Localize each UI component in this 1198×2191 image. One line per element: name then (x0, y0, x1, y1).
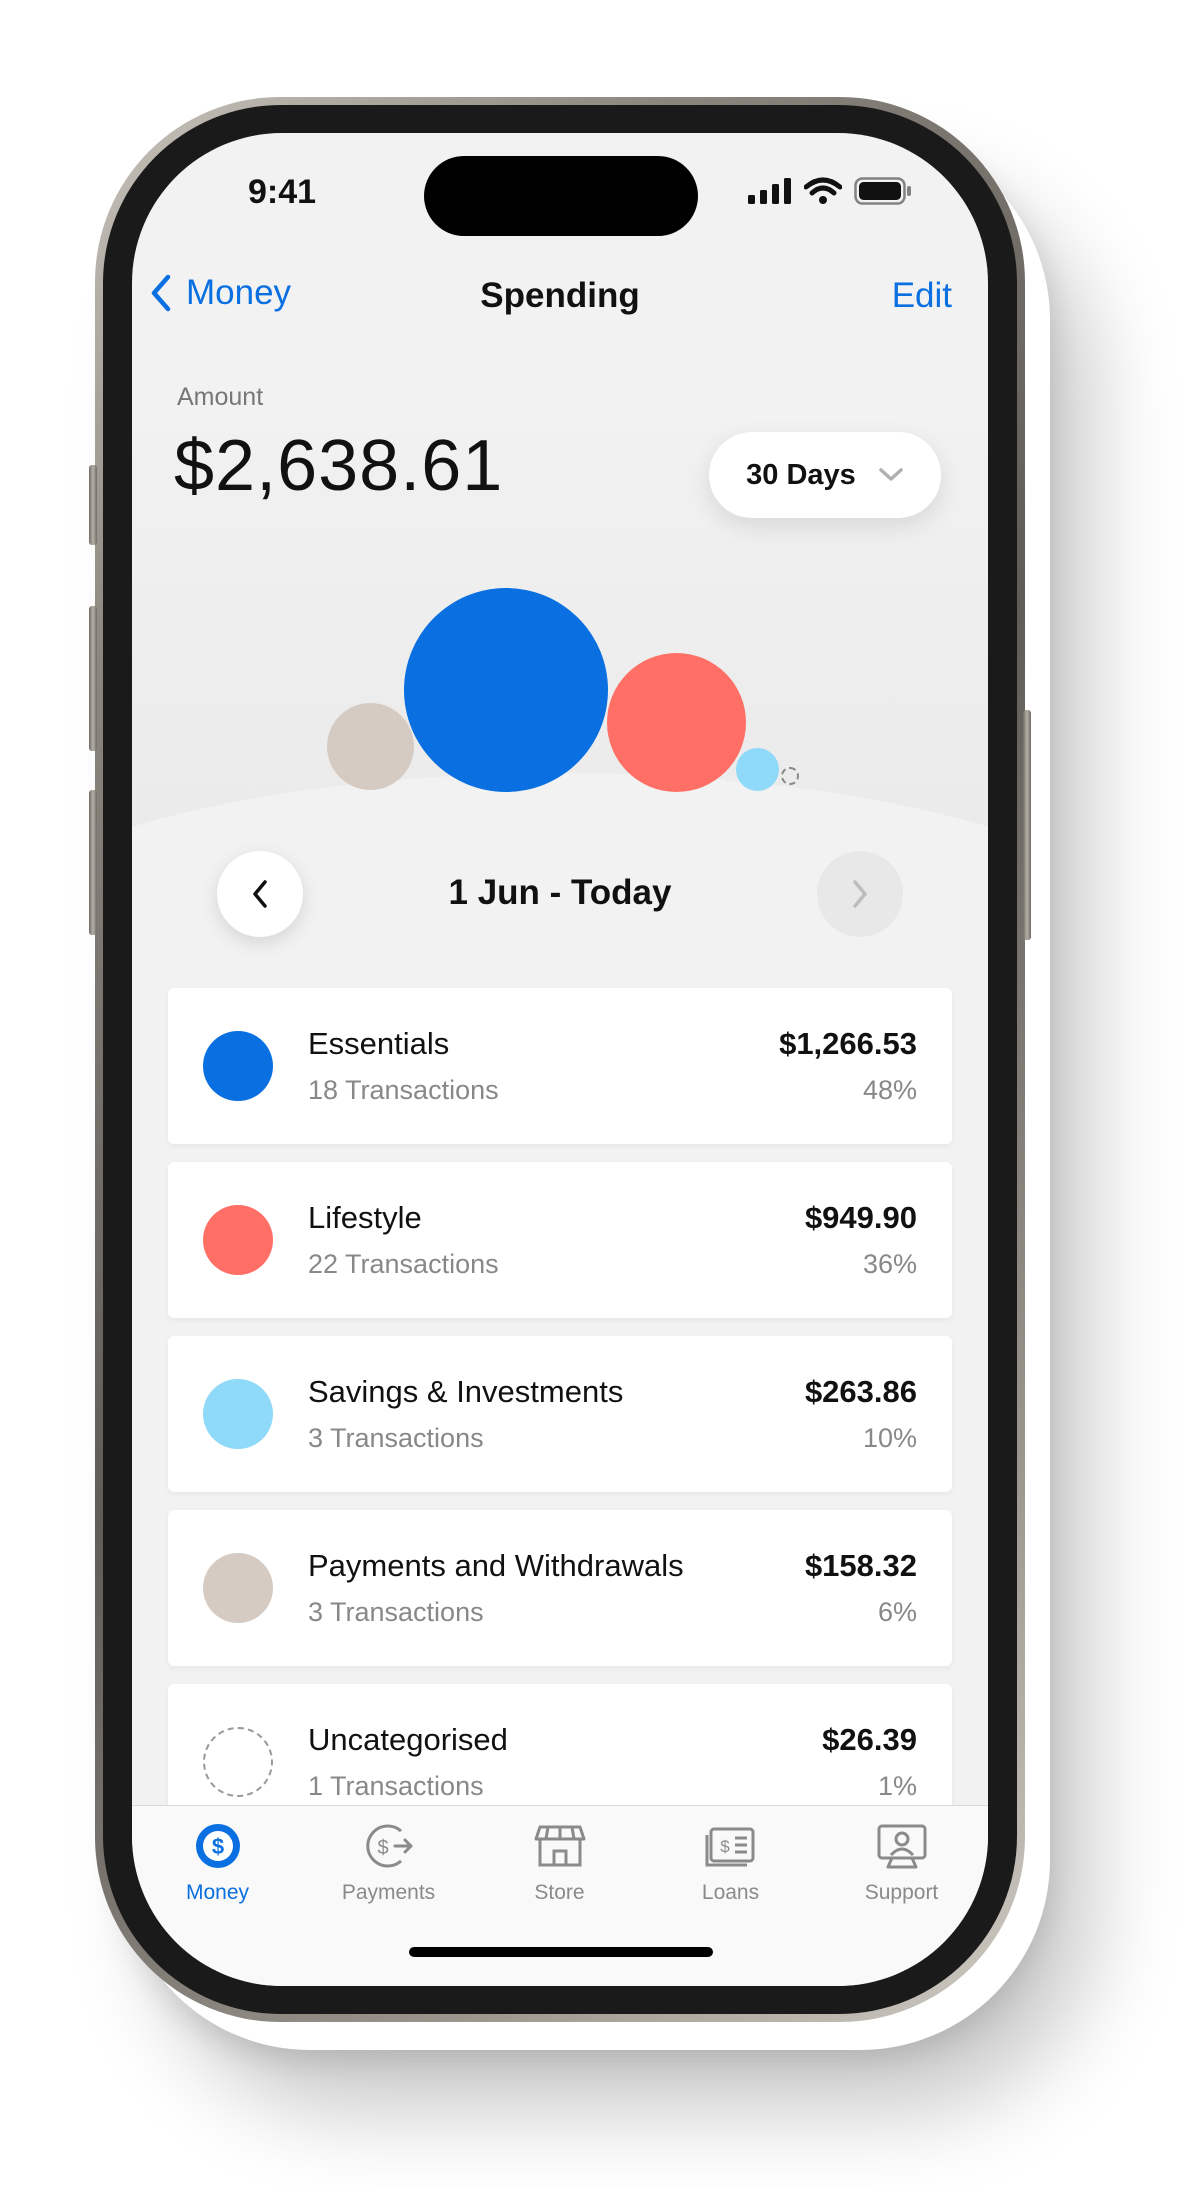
category-card-payments[interactable]: Payments and Withdrawals 3 Transactions … (168, 1510, 952, 1666)
home-indicator[interactable] (409, 1947, 713, 1957)
money-icon: $ (195, 1824, 240, 1868)
stage: 9:41 Money Spending Edit Amount $2,638.6… (0, 0, 1198, 2191)
tab-loans[interactable]: $ Loans (645, 1821, 816, 1931)
tab-label: Loans (701, 1881, 760, 1904)
chevron-down-icon (879, 468, 903, 481)
volume-up-button (89, 606, 97, 751)
svg-text:$: $ (377, 1837, 388, 1859)
category-name: Payments and Withdrawals (308, 1548, 684, 1583)
support-icon (877, 1824, 926, 1869)
category-name: Savings & Investments (308, 1374, 624, 1409)
next-period-button[interactable] (817, 851, 903, 937)
svg-text:$: $ (720, 1837, 730, 1856)
category-amount: $158.32 (804, 1548, 917, 1583)
edit-button[interactable]: Edit (892, 276, 952, 316)
volume-down-button (89, 790, 97, 935)
category-name: Lifestyle (308, 1200, 422, 1235)
bubble-payments (327, 703, 414, 790)
page-title: Spending (480, 276, 640, 315)
bubble-lifestyle (607, 653, 746, 792)
category-percent: 48% (862, 1075, 917, 1105)
store-icon (534, 1825, 585, 1867)
screen: 9:41 Money Spending Edit Amount $2,638.6… (132, 133, 988, 1986)
payments-icon: $ (365, 1824, 412, 1868)
svg-text:$: $ (211, 1834, 223, 1859)
category-dot (203, 1727, 273, 1797)
period-dropdown[interactable]: 30 Days (709, 432, 941, 518)
tab-support[interactable]: Support (816, 1821, 987, 1931)
power-button (1023, 710, 1031, 940)
dynamic-island (424, 156, 698, 236)
category-name: Essentials (308, 1026, 450, 1061)
tab-money[interactable]: $ Money (132, 1821, 303, 1931)
status-time: 9:41 (248, 173, 317, 211)
bubble-essentials (404, 588, 608, 792)
tab-bar: $ Money $ Payments Store $ Loans Support (132, 1805, 988, 1986)
category-dot (203, 1379, 273, 1449)
tab-label: Store (534, 1881, 585, 1904)
amount-value: $2,638.61 (174, 426, 504, 506)
bubble-savings (736, 748, 779, 791)
bubble-uncategorised (781, 767, 799, 785)
category-amount: $26.39 (822, 1722, 917, 1757)
category-transactions: 18 Transactions (308, 1075, 499, 1105)
category-transactions: 22 Transactions (308, 1249, 499, 1279)
status-icons (748, 177, 912, 205)
category-percent: 36% (862, 1249, 917, 1279)
loans-icon: $ (705, 1827, 754, 1867)
category-transactions: 3 Transactions (308, 1597, 484, 1627)
category-transactions: 3 Transactions (308, 1423, 484, 1453)
tab-payments[interactable]: $ Payments (303, 1821, 474, 1931)
amount-label: Amount (177, 383, 264, 411)
period-label: 30 Days (746, 458, 856, 491)
category-percent: 1% (877, 1771, 917, 1801)
tab-label: Money (185, 1881, 250, 1904)
chevron-right-icon (853, 880, 867, 908)
tab-label: Support (864, 1881, 939, 1904)
category-percent: 6% (877, 1597, 917, 1627)
tab-store[interactable]: Store (474, 1821, 645, 1931)
category-amount: $1,266.53 (779, 1026, 917, 1061)
cellular-signal-icon (748, 178, 791, 204)
tab-label: Payments (341, 1881, 436, 1904)
category-card-savings[interactable]: Savings & Investments 3 Transactions $26… (168, 1336, 952, 1492)
category-name: Uncategorised (308, 1722, 508, 1757)
category-amount: $263.86 (804, 1374, 917, 1409)
action-button (89, 465, 97, 545)
category-dot (203, 1205, 273, 1275)
wifi-icon (804, 177, 842, 204)
category-card-lifestyle[interactable]: Lifestyle 22 Transactions $949.90 36% (168, 1162, 952, 1318)
battery-icon (854, 177, 911, 205)
category-amount: $949.90 (804, 1200, 917, 1235)
category-dot (203, 1031, 273, 1101)
category-percent: 10% (862, 1423, 917, 1453)
category-dot (203, 1553, 273, 1623)
category-transactions: 1 Transactions (308, 1771, 484, 1801)
category-card-essentials[interactable]: Essentials 18 Transactions $1,266.53 48% (168, 988, 952, 1144)
